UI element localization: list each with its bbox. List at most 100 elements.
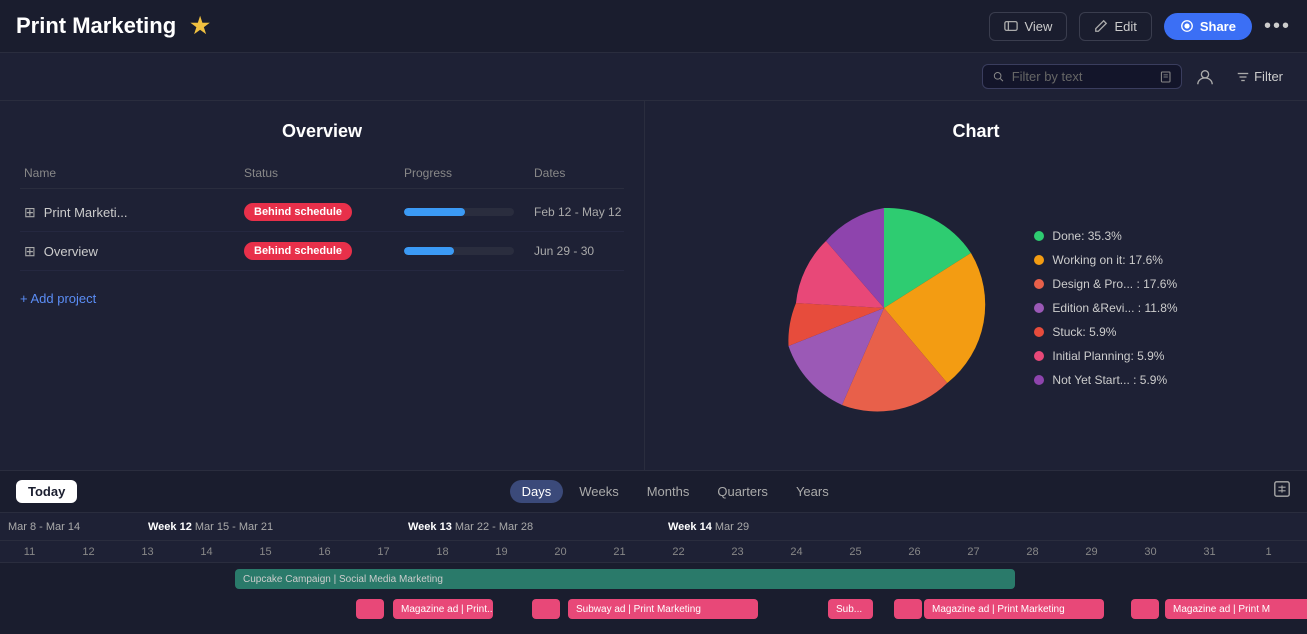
filter-input-wrap[interactable] bbox=[982, 64, 1182, 89]
table-row: ⊞ Overview Behind schedule Jun 29 - 30 bbox=[20, 232, 624, 271]
user-icon bbox=[1196, 68, 1214, 86]
legend-item: Edition &Revi... : 11.8% bbox=[1034, 301, 1177, 315]
legend-item: Done: 35.3% bbox=[1034, 229, 1177, 243]
overview-title: Overview bbox=[20, 121, 624, 142]
progress-bar-1 bbox=[404, 208, 514, 216]
search-icon bbox=[993, 70, 1004, 83]
main-content: Overview Name Status Progress Dates ⊞ Pr… bbox=[0, 101, 1307, 471]
gantt-bars-row: Cupcake Campaign | Social Media Marketin… bbox=[0, 563, 1307, 634]
legend-item: Not Yet Start... : 5.9% bbox=[1034, 373, 1177, 387]
edit-button[interactable]: Edit bbox=[1079, 12, 1151, 41]
header: Print Marketing ★ View Edit Share ••• bbox=[0, 0, 1307, 53]
add-project-button[interactable]: + Add project bbox=[20, 287, 96, 310]
legend-dot bbox=[1034, 375, 1044, 385]
period-tab-quarters[interactable]: Quarters bbox=[705, 480, 780, 503]
col-status: Status bbox=[244, 166, 404, 180]
day-label: 19 bbox=[472, 546, 531, 558]
search-input[interactable] bbox=[1012, 69, 1152, 84]
share-button[interactable]: Share bbox=[1164, 13, 1252, 40]
gantt-bar[interactable]: Magazine ad | Print... bbox=[393, 599, 493, 619]
day-label: 29 bbox=[1062, 546, 1121, 558]
gantt-export-button[interactable] bbox=[1273, 480, 1291, 503]
filter-icon bbox=[1236, 70, 1250, 84]
row-name-text-1: Print Marketi... bbox=[44, 205, 128, 220]
day-label: 25 bbox=[826, 546, 885, 558]
period-tab-days[interactable]: Days bbox=[510, 480, 564, 503]
row-status-2: Behind schedule bbox=[244, 242, 404, 260]
row-progress-1 bbox=[404, 208, 534, 216]
doc-icon: ⊞ bbox=[24, 204, 36, 221]
day-label: 18 bbox=[413, 546, 472, 558]
view-button[interactable]: View bbox=[989, 12, 1067, 41]
gantt-bar[interactable]: Cupcake Campaign | Social Media Marketin… bbox=[235, 569, 1015, 589]
gantt-day-labels: 1112131415161718192021222324252627282930… bbox=[0, 541, 1307, 563]
chart-panel: Chart bbox=[645, 101, 1307, 470]
week-label-2: Week 13 Mar 22 - Mar 28 bbox=[400, 521, 660, 533]
day-label: 23 bbox=[708, 546, 767, 558]
day-label: 14 bbox=[177, 546, 236, 558]
day-label: 27 bbox=[944, 546, 1003, 558]
more-button[interactable]: ••• bbox=[1264, 15, 1291, 38]
day-label: 15 bbox=[236, 546, 295, 558]
status-badge-1: Behind schedule bbox=[244, 203, 352, 221]
chart-body: Done: 35.3% Working on it: 17.6% Design & … bbox=[669, 166, 1283, 450]
share-icon bbox=[1180, 19, 1194, 33]
legend-dot bbox=[1034, 231, 1044, 241]
day-label: 11 bbox=[0, 546, 59, 558]
gantt-bar[interactable] bbox=[356, 599, 384, 619]
day-label: 24 bbox=[767, 546, 826, 558]
progress-bar-2 bbox=[404, 247, 514, 255]
legend-item: Initial Planning: 5.9% bbox=[1034, 349, 1177, 363]
period-tab-years[interactable]: Years bbox=[784, 480, 841, 503]
legend-item: Design & Pro... : 17.6% bbox=[1034, 277, 1177, 291]
col-progress: Progress bbox=[404, 166, 534, 180]
legend-dot bbox=[1034, 255, 1044, 265]
page-title: Print Marketing ★ bbox=[16, 13, 977, 39]
legend-item: Working on it: 17.6% bbox=[1034, 253, 1177, 267]
day-label: 28 bbox=[1003, 546, 1062, 558]
period-tab-weeks[interactable]: Weeks bbox=[567, 480, 631, 503]
legend-item: Stuck: 5.9% bbox=[1034, 325, 1177, 339]
table-row: ⊞ Print Marketi... Behind schedule Feb 1… bbox=[20, 193, 624, 232]
legend-dot bbox=[1034, 303, 1044, 313]
gantt-section: Today DaysWeeksMonthsQuartersYears Mar 8… bbox=[0, 471, 1307, 634]
today-button[interactable]: Today bbox=[16, 480, 77, 503]
period-tab-months[interactable]: Months bbox=[635, 480, 702, 503]
day-label: 31 bbox=[1180, 546, 1239, 558]
toolbar: Filter bbox=[0, 53, 1307, 101]
table-header: Name Status Progress Dates bbox=[20, 166, 624, 189]
col-name: Name bbox=[24, 166, 244, 180]
week-label-0: Mar 8 - Mar 14 bbox=[0, 521, 140, 533]
view-icon bbox=[1004, 19, 1018, 33]
week-label-1: Week 12 Mar 15 - Mar 21 bbox=[140, 521, 400, 533]
row-dates-2: Jun 29 - 30 bbox=[534, 244, 654, 258]
gantt-bar[interactable]: Subway ad | Print Marketing bbox=[568, 599, 758, 619]
gantt-week-header: Mar 8 - Mar 14 Week 12 Mar 15 - Mar 21 W… bbox=[0, 513, 1307, 541]
chart-legend: Done: 35.3% Working on it: 17.6% Design & … bbox=[1034, 229, 1177, 387]
pie-chart bbox=[774, 198, 994, 418]
gantt-bar[interactable]: Sub... bbox=[828, 599, 873, 619]
day-label: 21 bbox=[590, 546, 649, 558]
legend-dot bbox=[1034, 279, 1044, 289]
gantt-bar[interactable] bbox=[894, 599, 922, 619]
gantt-bar[interactable] bbox=[1131, 599, 1159, 619]
legend-dot bbox=[1034, 351, 1044, 361]
row-status-1: Behind schedule bbox=[244, 203, 404, 221]
gantt-bar[interactable] bbox=[532, 599, 560, 619]
user-icon-button[interactable] bbox=[1192, 64, 1218, 90]
star-icon[interactable]: ★ bbox=[190, 13, 210, 38]
doc-icon-2: ⊞ bbox=[24, 243, 36, 260]
row-name-2: ⊞ Overview bbox=[24, 243, 244, 260]
gantt-bar[interactable]: Magazine ad | Print Marketing bbox=[924, 599, 1104, 619]
day-label: 12 bbox=[59, 546, 118, 558]
col-dates: Dates bbox=[534, 166, 654, 180]
week-label-3: Week 14 Mar 29 bbox=[660, 521, 860, 533]
overview-panel: Overview Name Status Progress Dates ⊞ Pr… bbox=[0, 101, 645, 470]
filter-button[interactable]: Filter bbox=[1228, 65, 1291, 88]
row-dates-1: Feb 12 - May 12 bbox=[534, 205, 654, 219]
chart-title: Chart bbox=[669, 121, 1283, 142]
day-label: 22 bbox=[649, 546, 708, 558]
day-label: 17 bbox=[354, 546, 413, 558]
gantt-bar[interactable]: Magazine ad | Print M bbox=[1165, 599, 1307, 619]
legend-dot bbox=[1034, 327, 1044, 337]
